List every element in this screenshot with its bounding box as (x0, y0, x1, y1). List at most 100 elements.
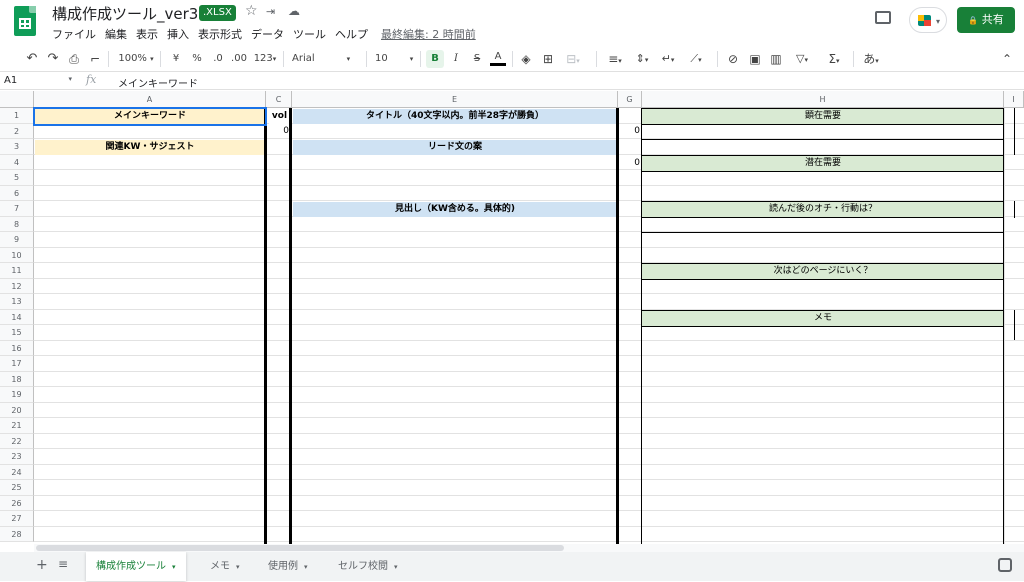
add-sheet-button[interactable]: + (36, 557, 48, 573)
filter-icon[interactable]: ▽▾ (790, 50, 814, 68)
cell-e1-title[interactable]: タイトル（40文字以内。前半28字が勝負） (293, 109, 617, 124)
sheets-logo-icon[interactable] (14, 6, 36, 36)
row-header-27[interactable]: 27 (0, 511, 34, 527)
row-header-2[interactable]: 2 (0, 123, 34, 139)
merge-cells-icon[interactable]: ⊟▾ (562, 50, 584, 68)
horizontal-align-icon[interactable]: ≡▾ (603, 50, 627, 68)
menu-help[interactable]: ヘルプ (335, 26, 368, 42)
column-header-e[interactable]: E (292, 91, 618, 108)
sheet-tab-memo[interactable]: メモ ▾ (200, 552, 250, 581)
share-button[interactable]: 🔒 共有 (957, 7, 1015, 33)
input-tools-button[interactable]: あ▾ (859, 50, 883, 68)
cloud-status-icon[interactable]: ☁ (288, 4, 300, 18)
collapse-menus-icon[interactable]: ⌃ (1000, 50, 1014, 68)
vertical-align-icon[interactable]: ⇕▾ (631, 50, 653, 68)
zoom-select[interactable]: 100% ▾ (116, 50, 156, 68)
sheet-tab-kousei[interactable]: 構成作成ツール ▾ (86, 552, 186, 581)
menu-tools[interactable]: ツール (293, 26, 326, 42)
text-wrap-icon[interactable]: ↵▾ (657, 50, 679, 68)
row-header-12[interactable]: 12 (0, 278, 34, 294)
row-header-11[interactable]: 11 (0, 263, 34, 279)
cell-h14-memo[interactable]: メモ (642, 310, 1004, 327)
increase-decimal-button[interactable]: .00 (230, 50, 248, 68)
cell-h4-latent-demand[interactable]: 潜在需要 (642, 155, 1004, 172)
row-header-8[interactable]: 8 (0, 216, 34, 232)
name-box[interactable]: A1 ▾ (4, 75, 72, 88)
row-header-3[interactable]: 3 (0, 139, 34, 155)
row-header-26[interactable]: 26 (0, 495, 34, 511)
row-header-22[interactable]: 22 (0, 433, 34, 449)
scrollbar-thumb[interactable] (36, 545, 564, 551)
insert-link-icon[interactable]: ⊘ (725, 50, 741, 68)
horizontal-scrollbar[interactable] (34, 544, 1024, 552)
menu-view[interactable]: 表示 (136, 26, 158, 42)
menu-file[interactable]: ファイル (52, 26, 96, 42)
fill-color-icon[interactable]: ◈ (518, 50, 534, 68)
row-header-25[interactable]: 25 (0, 480, 34, 496)
strikethrough-button[interactable]: S (469, 50, 485, 68)
cell-g4-value[interactable]: 0 (620, 158, 640, 168)
row-header-28[interactable]: 28 (0, 526, 34, 542)
all-sheets-button[interactable]: ≡ (58, 557, 68, 571)
star-icon[interactable]: ☆ (245, 3, 258, 19)
row-header-16[interactable]: 16 (0, 340, 34, 356)
functions-icon[interactable]: Σ▾ (822, 50, 846, 68)
print-icon[interactable]: ⎙ (66, 50, 82, 68)
row-header-23[interactable]: 23 (0, 449, 34, 465)
insert-chart-icon[interactable]: ▥ (768, 50, 784, 68)
menu-format[interactable]: 表示形式 (198, 26, 242, 42)
row-header-5[interactable]: 5 (0, 170, 34, 186)
font-family-select[interactable]: Arial ▾ (292, 50, 352, 68)
borders-icon[interactable]: ⊞ (540, 50, 556, 68)
document-title[interactable]: 構成作成ツール_ver3.4 (52, 3, 213, 24)
formula-input[interactable]: メインキーワード (118, 75, 198, 90)
bold-button[interactable]: B (426, 50, 444, 68)
row-header-9[interactable]: 9 (0, 232, 34, 248)
row-header-1[interactable]: 1 (0, 108, 34, 124)
decrease-decimal-button[interactable]: .0 (210, 50, 226, 68)
meet-button[interactable]: ▾ (909, 7, 947, 33)
more-formats-select[interactable]: 123▾ (251, 50, 279, 68)
row-header-21[interactable]: 21 (0, 418, 34, 434)
row-header-14[interactable]: 14 (0, 309, 34, 325)
row-header-19[interactable]: 19 (0, 387, 34, 403)
cell-e7-heading[interactable]: 見出し（KW含める。具体的) (293, 202, 617, 217)
currency-format-button[interactable]: ¥ (170, 50, 182, 68)
menu-data[interactable]: データ (251, 26, 284, 42)
font-size-select[interactable]: 10 ▾ (375, 50, 415, 68)
column-header-h[interactable]: H (642, 91, 1004, 108)
row-header-20[interactable]: 20 (0, 402, 34, 418)
explore-icon[interactable] (998, 558, 1012, 572)
cell-a3-related-kw[interactable]: 関連KW・サジェスト (35, 140, 265, 155)
move-folder-icon[interactable]: ⇥ (266, 5, 275, 18)
select-all-corner[interactable] (0, 91, 34, 108)
sheet-tab-example[interactable]: 使用例 ▾ (258, 552, 318, 581)
text-rotation-icon[interactable]: ⟋▾ (684, 50, 708, 68)
row-header-24[interactable]: 24 (0, 464, 34, 480)
column-header-a[interactable]: A (34, 91, 266, 108)
cell-h11-next-page[interactable]: 次はどのページにいく？ (642, 263, 1004, 280)
paint-format-icon[interactable]: ⌐ (88, 50, 102, 68)
row-header-17[interactable]: 17 (0, 356, 34, 372)
percent-format-button[interactable]: % (191, 50, 203, 68)
spreadsheet-grid[interactable]: A C E G H I 1 2 3 4 5 6 7 8 9 10 11 12 13 14 15 16 17 18 1… (0, 91, 1024, 544)
row-header-6[interactable]: 6 (0, 185, 34, 201)
text-color-button[interactable]: A (490, 50, 506, 66)
menu-insert[interactable]: 挿入 (167, 26, 189, 42)
menu-edit[interactable]: 編集 (105, 26, 127, 42)
row-header-7[interactable]: 7 (0, 201, 34, 217)
redo-icon[interactable]: ↷ (45, 50, 61, 68)
undo-icon[interactable]: ↶ (24, 50, 40, 68)
row-header-15[interactable]: 15 (0, 325, 34, 341)
comment-history-icon[interactable] (875, 11, 891, 24)
cell-e3-lead[interactable]: リード文の案 (293, 140, 617, 155)
cell-c2-value[interactable]: 0 (269, 126, 289, 136)
column-header-c[interactable]: C (266, 91, 292, 108)
row-header-4[interactable]: 4 (0, 154, 34, 170)
italic-button[interactable]: I (448, 50, 464, 68)
cell-h1-explicit-demand[interactable]: 顕在需要 (642, 108, 1004, 125)
cell-g2-value[interactable]: 0 (620, 126, 640, 136)
cell-c1-vol[interactable]: vol (269, 109, 290, 124)
column-header-g[interactable]: G (618, 91, 642, 108)
insert-comment-icon[interactable]: ▣ (747, 50, 763, 68)
